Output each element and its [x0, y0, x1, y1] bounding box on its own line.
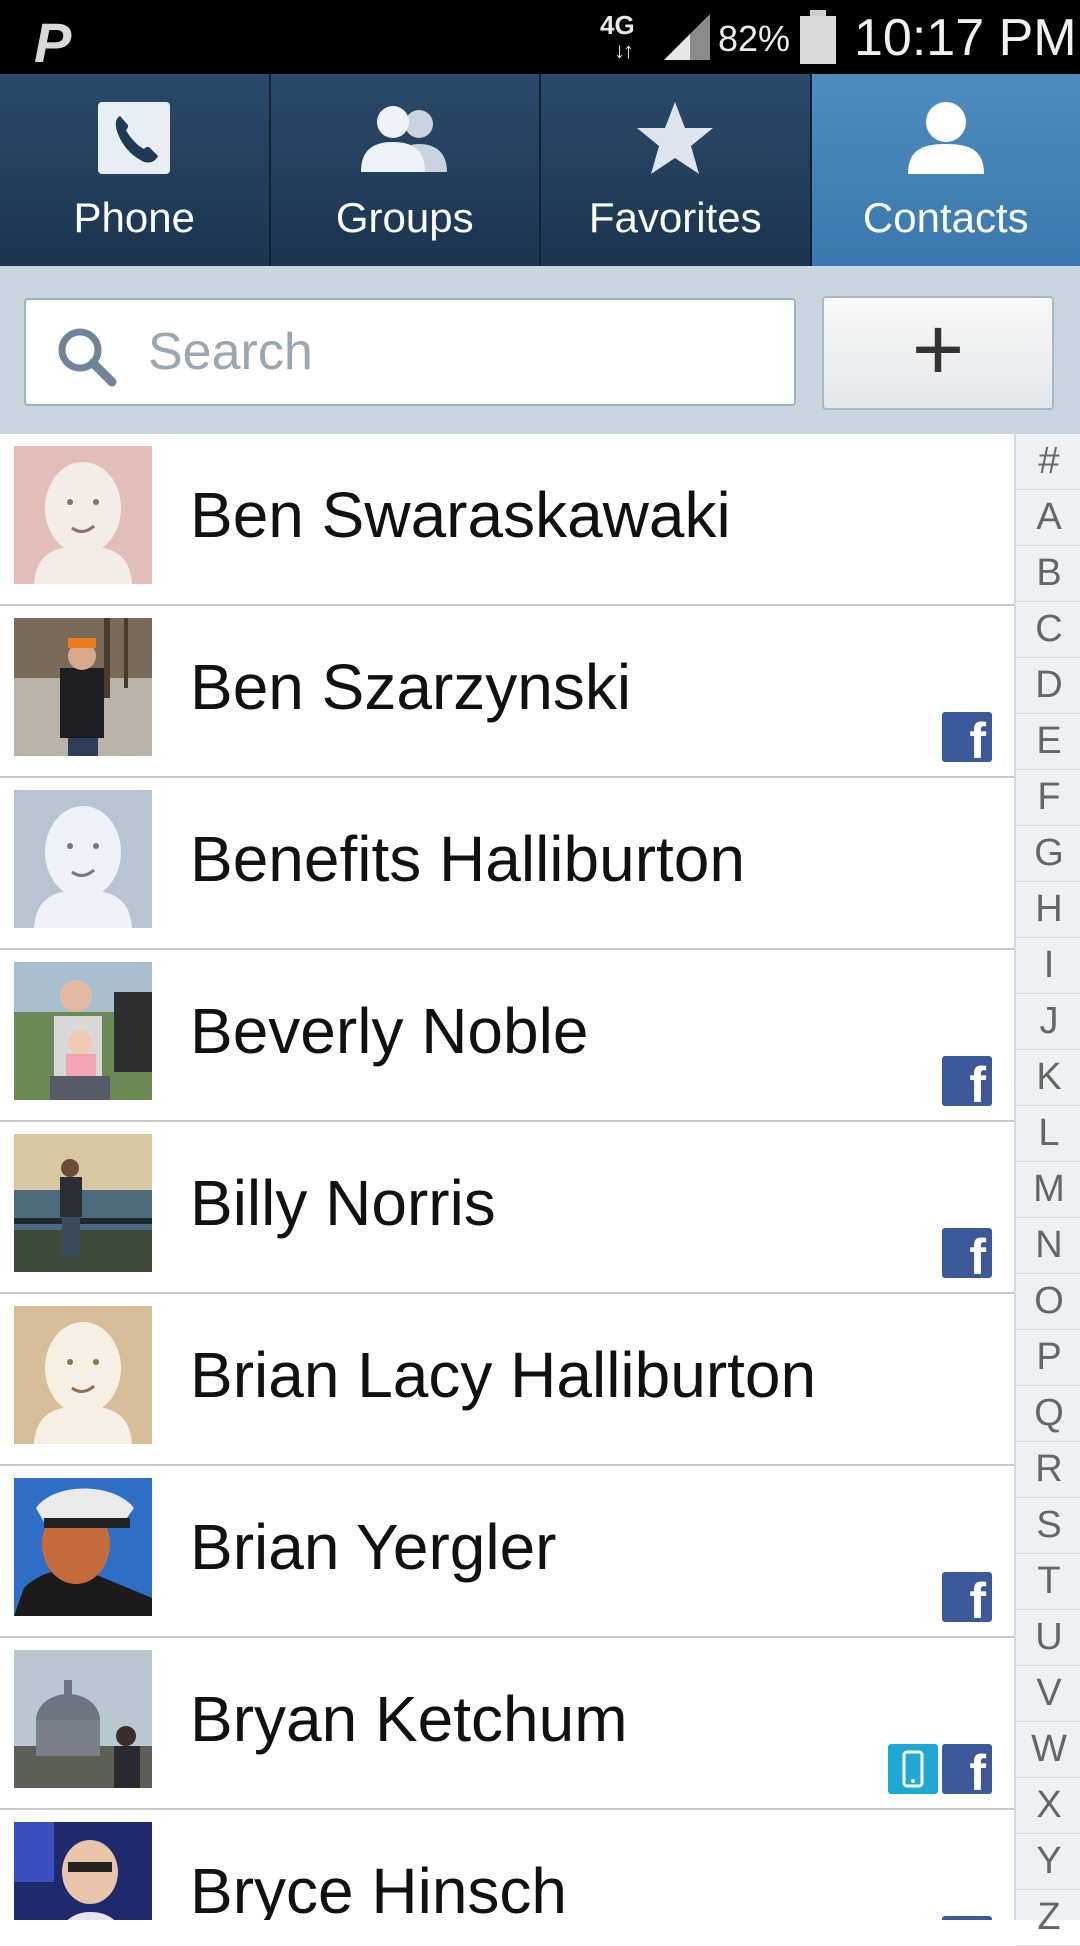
account-badges: f	[942, 1572, 992, 1622]
index-letter[interactable]: X	[1016, 1778, 1080, 1834]
index-letter[interactable]: N	[1016, 1218, 1080, 1274]
index-letter[interactable]: O	[1016, 1274, 1080, 1330]
tab-contacts-label: Contacts	[812, 194, 1080, 242]
list-item[interactable]: Benefits Halliburton	[0, 778, 1014, 950]
contact-photo	[14, 1822, 152, 1920]
contact-name: Bryan Ketchum	[190, 1682, 628, 1756]
index-letter[interactable]: T	[1016, 1554, 1080, 1610]
contact-name: Ben Swaraskawaki	[190, 478, 731, 552]
contact-name: Ben Szarzynski	[190, 650, 631, 724]
list-item[interactable]: Bryce Hinsch f	[0, 1810, 1014, 1920]
account-badges: f	[942, 1916, 992, 1920]
index-letter[interactable]: U	[1016, 1610, 1080, 1666]
index-letter[interactable]: P	[1016, 1330, 1080, 1386]
index-letter[interactable]: C	[1016, 602, 1080, 658]
index-letter[interactable]: E	[1016, 714, 1080, 770]
phone-icon	[96, 100, 172, 176]
index-letter[interactable]: H	[1016, 882, 1080, 938]
contact-photo	[14, 1650, 152, 1788]
tab-phone-label: Phone	[0, 194, 269, 242]
index-letter[interactable]: W	[1016, 1722, 1080, 1778]
tab-bar: Phone Groups Favorites Contacts	[0, 74, 1080, 266]
default-avatar-icon	[14, 1306, 152, 1444]
contact-photo	[14, 1478, 152, 1616]
contact-name: Benefits Halliburton	[190, 822, 745, 896]
paypal-icon: P	[34, 10, 63, 75]
index-letter[interactable]: K	[1016, 1050, 1080, 1106]
contact-list: Ben Swaraskawaki Ben Szarzynski f	[0, 434, 1014, 1920]
contact-name: Bryce Hinsch	[190, 1854, 567, 1920]
index-letter[interactable]: G	[1016, 826, 1080, 882]
phone-account-icon	[888, 1744, 938, 1794]
contact-photo	[14, 1134, 152, 1272]
add-contact-button[interactable]: +	[822, 296, 1054, 410]
account-badges: f	[942, 1056, 992, 1106]
tab-favorites[interactable]: Favorites	[541, 74, 812, 266]
contact-photo	[14, 962, 152, 1100]
index-letter[interactable]: L	[1016, 1106, 1080, 1162]
alphabet-index[interactable]: #ABCDEFGHIJKLMNOPQRSTUVWXYZ	[1014, 434, 1080, 1920]
tab-phone[interactable]: Phone	[0, 74, 271, 266]
tab-favorites-label: Favorites	[541, 194, 810, 242]
network-indicator: 4G ↓↑	[600, 10, 635, 41]
tab-groups-label: Groups	[271, 194, 540, 242]
facebook-icon: f	[942, 712, 992, 762]
search-box[interactable]	[24, 298, 796, 406]
list-item[interactable]: Ben Szarzynski f	[0, 606, 1014, 778]
facebook-icon: f	[942, 1572, 992, 1622]
list-item[interactable]: Bryan Ketchum f	[0, 1638, 1014, 1810]
contact-name: Brian Lacy Halliburton	[190, 1338, 816, 1412]
battery-percent: 82%	[718, 18, 790, 60]
index-letter[interactable]: S	[1016, 1498, 1080, 1554]
list-item[interactable]: Beverly Noble f	[0, 950, 1014, 1122]
account-badges: f	[888, 1744, 992, 1794]
index-letter[interactable]: #	[1016, 434, 1080, 490]
star-icon	[635, 100, 715, 176]
contact-name: Brian Yergler	[190, 1510, 556, 1584]
index-letter[interactable]: F	[1016, 770, 1080, 826]
index-letter[interactable]: V	[1016, 1666, 1080, 1722]
tab-groups[interactable]: Groups	[271, 74, 542, 266]
facebook-icon: f	[942, 1056, 992, 1106]
list-item[interactable]: Brian Lacy Halliburton	[0, 1294, 1014, 1466]
facebook-icon: f	[942, 1228, 992, 1278]
list-item[interactable]: Ben Swaraskawaki	[0, 434, 1014, 606]
index-letter[interactable]: B	[1016, 546, 1080, 602]
index-letter[interactable]: A	[1016, 490, 1080, 546]
contact-name: Beverly Noble	[190, 994, 588, 1068]
default-avatar-icon	[14, 446, 152, 584]
contact-photo	[14, 618, 152, 756]
index-letter[interactable]: M	[1016, 1162, 1080, 1218]
search-input[interactable]	[146, 314, 770, 390]
account-badges: f	[942, 1228, 992, 1278]
facebook-icon: f	[942, 1744, 992, 1794]
tab-contacts[interactable]: Contacts	[812, 74, 1080, 266]
contact-name: Billy Norris	[190, 1166, 496, 1240]
signal-icon	[660, 12, 712, 62]
battery-icon	[798, 10, 838, 64]
network-type: 4G	[600, 10, 635, 40]
index-letter[interactable]: Q	[1016, 1386, 1080, 1442]
default-avatar-icon	[14, 790, 152, 928]
contact-icon	[904, 100, 988, 176]
index-letter[interactable]: I	[1016, 938, 1080, 994]
data-activity-icon: ↓↑	[614, 38, 632, 64]
index-letter[interactable]: Y	[1016, 1834, 1080, 1890]
index-letter[interactable]: J	[1016, 994, 1080, 1050]
groups-icon	[357, 100, 453, 176]
account-badges: f	[942, 712, 992, 762]
search-icon	[54, 324, 118, 388]
index-letter[interactable]: Z	[1016, 1890, 1080, 1946]
list-item[interactable]: Brian Yergler f	[0, 1466, 1014, 1638]
status-bar: P 4G ↓↑ 82% 10:17 PM	[0, 0, 1080, 74]
list-item[interactable]: Billy Norris f	[0, 1122, 1014, 1294]
index-letter[interactable]: R	[1016, 1442, 1080, 1498]
search-area: +	[0, 266, 1080, 434]
clock: 10:17 PM	[854, 8, 1077, 68]
index-letter[interactable]: D	[1016, 658, 1080, 714]
facebook-icon: f	[942, 1916, 992, 1920]
